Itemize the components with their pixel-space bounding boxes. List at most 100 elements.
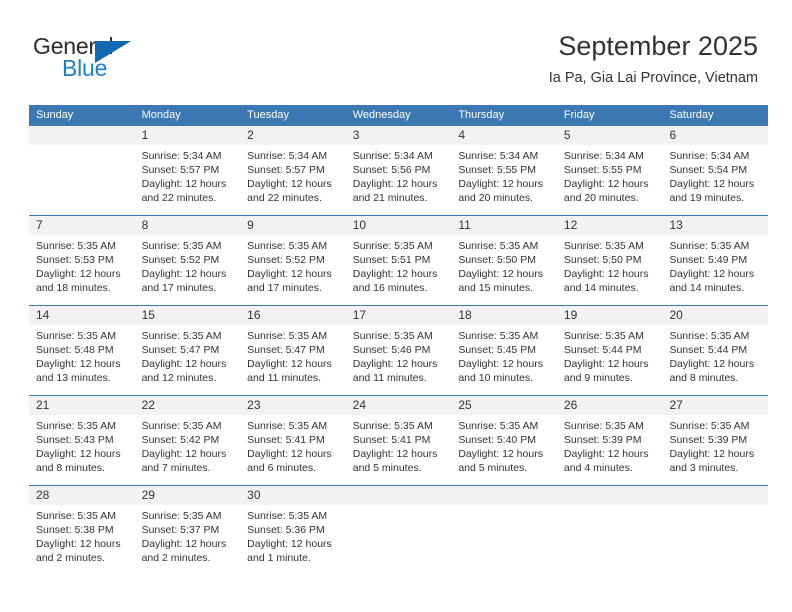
week-detail-band: Sunrise: 5:35 AM Sunset: 5:53 PM Dayligh… <box>29 235 768 305</box>
sunrise-text: Sunrise: 5:35 AM <box>669 240 750 252</box>
daylight-text-line1: Daylight: 12 hours <box>563 448 649 460</box>
daylight-text-line2: and 7 minutes. <box>141 462 211 474</box>
sunrise-text: Sunrise: 5:35 AM <box>141 330 222 342</box>
day-cell[interactable]: Sunrise: 5:35 AM Sunset: 5:43 PM Dayligh… <box>29 415 135 485</box>
weekday-sunday: Sunday <box>36 109 74 121</box>
day-cell[interactable]: Sunrise: 5:35 AM Sunset: 5:52 PM Dayligh… <box>135 235 241 305</box>
week-daynumber-band: 21 22 23 24 25 26 27 <box>29 396 768 415</box>
day-number: 9 <box>247 218 254 232</box>
day-number: 24 <box>352 398 367 412</box>
day-cell[interactable]: Sunrise: 5:35 AM Sunset: 5:52 PM Dayligh… <box>240 235 346 305</box>
day-cell[interactable]: Sunrise: 5:35 AM Sunset: 5:46 PM Dayligh… <box>346 325 452 395</box>
sunset-text: Sunset: 5:54 PM <box>669 164 748 176</box>
day-cell[interactable]: Sunrise: 5:35 AM Sunset: 5:53 PM Dayligh… <box>29 235 135 305</box>
day-cell[interactable]: Sunrise: 5:34 AM Sunset: 5:56 PM Dayligh… <box>346 145 452 215</box>
daylight-text-line2: and 13 minutes. <box>36 372 111 384</box>
sunrise-text: Sunrise: 5:34 AM <box>141 150 222 162</box>
daylight-text-line1: Daylight: 12 hours <box>247 448 332 460</box>
daylight-text-line1: Daylight: 12 hours <box>352 358 438 370</box>
day-cell[interactable]: Sunrise: 5:35 AM Sunset: 5:50 PM Dayligh… <box>451 235 557 305</box>
sunrise-text: Sunrise: 5:35 AM <box>458 420 539 432</box>
daylight-text-line2: and 16 minutes. <box>352 282 428 294</box>
daylight-text-line1: Daylight: 12 hours <box>458 358 543 370</box>
day-cell[interactable]: Sunrise: 5:35 AM Sunset: 5:50 PM Dayligh… <box>557 235 663 305</box>
day-cell[interactable] <box>29 145 135 215</box>
week-daynumber-band: 7 8 9 10 11 12 13 <box>29 216 768 235</box>
day-cell[interactable]: Sunrise: 5:35 AM Sunset: 5:41 PM Dayligh… <box>346 415 452 485</box>
sunrise-text: Sunrise: 5:35 AM <box>352 420 433 432</box>
daylight-text-line1: Daylight: 12 hours <box>563 268 649 280</box>
sunrise-text: Sunrise: 5:34 AM <box>458 150 539 162</box>
daylight-text-line1: Daylight: 12 hours <box>141 268 227 280</box>
weekday-wednesday: Wednesday <box>352 109 411 121</box>
day-cell[interactable]: Sunrise: 5:35 AM Sunset: 5:36 PM Dayligh… <box>240 505 346 575</box>
day-number: 18 <box>458 308 472 322</box>
sunset-text: Sunset: 5:48 PM <box>36 344 114 356</box>
day-number <box>557 486 663 505</box>
day-number <box>29 126 135 145</box>
calendar-week-row: 7 8 9 10 11 12 13 Sunrise: 5:35 AM Sunse… <box>29 215 768 305</box>
day-cell[interactable]: Sunrise: 5:34 AM Sunset: 5:55 PM Dayligh… <box>557 145 663 215</box>
day-cell[interactable]: Sunrise: 5:35 AM Sunset: 5:44 PM Dayligh… <box>662 325 768 395</box>
day-cell[interactable]: Sunrise: 5:35 AM Sunset: 5:40 PM Dayligh… <box>451 415 557 485</box>
day-cell[interactable]: Sunrise: 5:35 AM Sunset: 5:47 PM Dayligh… <box>135 325 241 395</box>
day-cell[interactable]: Sunrise: 5:35 AM Sunset: 5:38 PM Dayligh… <box>29 505 135 575</box>
daylight-text-line1: Daylight: 12 hours <box>36 358 121 370</box>
calendar-week-row: 1 2 3 4 5 6 Sunrise: 5:34 AM Sunset: 5:5… <box>29 125 768 215</box>
day-cell[interactable]: Sunrise: 5:35 AM Sunset: 5:39 PM Dayligh… <box>662 415 768 485</box>
sunset-text: Sunset: 5:52 PM <box>141 254 220 266</box>
generalblue-logo[interactable]: General Blue <box>33 33 163 81</box>
day-cell[interactable]: Sunrise: 5:35 AM Sunset: 5:37 PM Dayligh… <box>135 505 241 575</box>
sunset-text: Sunset: 5:41 PM <box>247 434 325 446</box>
sunrise-text: Sunrise: 5:35 AM <box>352 330 433 342</box>
day-number: 28 <box>36 488 50 502</box>
daylight-text-line2: and 3 minutes. <box>669 462 739 474</box>
sunrise-text: Sunrise: 5:35 AM <box>458 330 539 342</box>
day-cell[interactable]: Sunrise: 5:35 AM Sunset: 5:47 PM Dayligh… <box>240 325 346 395</box>
sunset-text: Sunset: 5:47 PM <box>141 344 220 356</box>
day-cell[interactable]: Sunrise: 5:34 AM Sunset: 5:54 PM Dayligh… <box>662 145 768 215</box>
sunset-text: Sunset: 5:38 PM <box>36 524 114 536</box>
day-cell[interactable]: Sunrise: 5:34 AM Sunset: 5:57 PM Dayligh… <box>240 145 346 215</box>
day-number: 21 <box>36 398 50 412</box>
daylight-text-line1: Daylight: 12 hours <box>247 358 332 370</box>
sunrise-text: Sunrise: 5:35 AM <box>36 240 116 252</box>
daylight-text-line1: Daylight: 12 hours <box>141 448 227 460</box>
week-detail-band: Sunrise: 5:35 AM Sunset: 5:43 PM Dayligh… <box>29 415 768 485</box>
daylight-text-line1: Daylight: 12 hours <box>458 178 543 190</box>
day-cell[interactable]: Sunrise: 5:35 AM Sunset: 5:45 PM Dayligh… <box>451 325 557 395</box>
daylight-text-line1: Daylight: 12 hours <box>352 178 438 190</box>
day-number: 25 <box>458 398 472 412</box>
day-number <box>451 486 557 505</box>
day-number: 17 <box>352 308 367 322</box>
calendar-week-row: 21 22 23 24 25 26 27 Sunrise: 5:35 AM Su… <box>29 395 768 485</box>
daylight-text-line2: and 10 minutes. <box>458 372 534 384</box>
day-cell[interactable]: Sunrise: 5:35 AM Sunset: 5:51 PM Dayligh… <box>346 235 452 305</box>
sunset-text: Sunset: 5:53 PM <box>36 254 114 266</box>
daylight-text-line2: and 14 minutes. <box>563 282 639 294</box>
sunrise-text: Sunrise: 5:34 AM <box>247 150 328 162</box>
sunset-text: Sunset: 5:37 PM <box>141 524 220 536</box>
day-cell[interactable]: Sunrise: 5:35 AM Sunset: 5:41 PM Dayligh… <box>240 415 346 485</box>
day-number: 3 <box>352 128 360 142</box>
sunrise-text: Sunrise: 5:35 AM <box>247 330 328 342</box>
day-cell[interactable]: Sunrise: 5:35 AM Sunset: 5:48 PM Dayligh… <box>29 325 135 395</box>
daylight-text-line2: and 12 minutes. <box>141 372 217 384</box>
sunset-text: Sunset: 5:45 PM <box>458 344 536 356</box>
day-cell[interactable]: Sunrise: 5:35 AM Sunset: 5:44 PM Dayligh… <box>557 325 663 395</box>
daylight-text-line1: Daylight: 12 hours <box>352 448 438 460</box>
sunset-text: Sunset: 5:39 PM <box>669 434 748 446</box>
day-number: 26 <box>563 398 578 412</box>
day-cell[interactable]: Sunrise: 5:34 AM Sunset: 5:57 PM Dayligh… <box>135 145 241 215</box>
day-cell[interactable]: Sunrise: 5:34 AM Sunset: 5:55 PM Dayligh… <box>451 145 557 215</box>
day-number: 11 <box>458 218 471 232</box>
sunset-text: Sunset: 5:44 PM <box>563 344 642 356</box>
day-cell[interactable]: Sunrise: 5:35 AM Sunset: 5:42 PM Dayligh… <box>135 415 241 485</box>
day-cell[interactable]: Sunrise: 5:35 AM Sunset: 5:49 PM Dayligh… <box>662 235 768 305</box>
daylight-text-line2: and 20 minutes. <box>458 192 534 204</box>
day-cell[interactable]: Sunrise: 5:35 AM Sunset: 5:39 PM Dayligh… <box>557 415 663 485</box>
day-number: 16 <box>247 308 261 322</box>
day-number: 1 <box>141 128 149 142</box>
calendar-week-row: 28 29 30 Sunrise: 5:35 AM Sunset: 5:38 P… <box>29 485 768 575</box>
daylight-text-line2: and 22 minutes. <box>141 192 217 204</box>
